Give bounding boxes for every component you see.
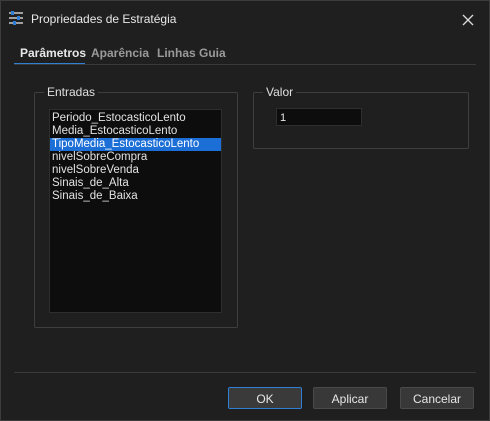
valor-group: Valor 1 bbox=[253, 85, 469, 149]
tab-divider bbox=[14, 64, 476, 65]
footer-divider bbox=[14, 372, 476, 373]
ok-button[interactable]: OK bbox=[228, 387, 302, 409]
tab-aparencia[interactable]: Aparência bbox=[91, 46, 149, 60]
list-item-selected[interactable]: TipoMedia_EstocasticoLento bbox=[50, 138, 221, 151]
title-bar: Propriedades de Estratégia bbox=[1, 1, 489, 37]
close-icon bbox=[462, 14, 474, 26]
strategy-properties-dialog: Propriedades de Estratégia Parâmetros Ap… bbox=[0, 0, 490, 421]
apply-button[interactable]: Aplicar bbox=[313, 387, 387, 409]
list-item[interactable]: Sinais_de_Baixa bbox=[50, 190, 221, 203]
list-item[interactable]: Periodo_EstocasticoLento bbox=[50, 112, 221, 125]
window-title: Propriedades de Estratégia bbox=[31, 12, 177, 26]
sliders-icon bbox=[8, 11, 24, 25]
list-item[interactable]: nivelSobreCompra bbox=[50, 151, 221, 164]
list-item[interactable]: Media_EstocasticoLento bbox=[50, 125, 221, 138]
list-item[interactable]: Sinais_de_Alta bbox=[50, 177, 221, 190]
cancel-button[interactable]: Cancelar bbox=[400, 387, 474, 409]
entradas-group: Entradas Periodo_EstocasticoLento Media_… bbox=[34, 85, 238, 328]
valor-label: Valor bbox=[263, 85, 297, 99]
valor-input[interactable]: 1 bbox=[276, 108, 362, 126]
close-button[interactable] bbox=[456, 8, 480, 32]
entradas-listbox[interactable]: Periodo_EstocasticoLento Media_Estocasti… bbox=[49, 109, 222, 313]
tab-parametros[interactable]: Parâmetros bbox=[20, 46, 86, 60]
tab-linhas-guia[interactable]: Linhas Guia bbox=[157, 46, 226, 60]
entradas-label: Entradas bbox=[44, 85, 99, 99]
list-item[interactable]: nivelSobreVenda bbox=[50, 164, 221, 177]
